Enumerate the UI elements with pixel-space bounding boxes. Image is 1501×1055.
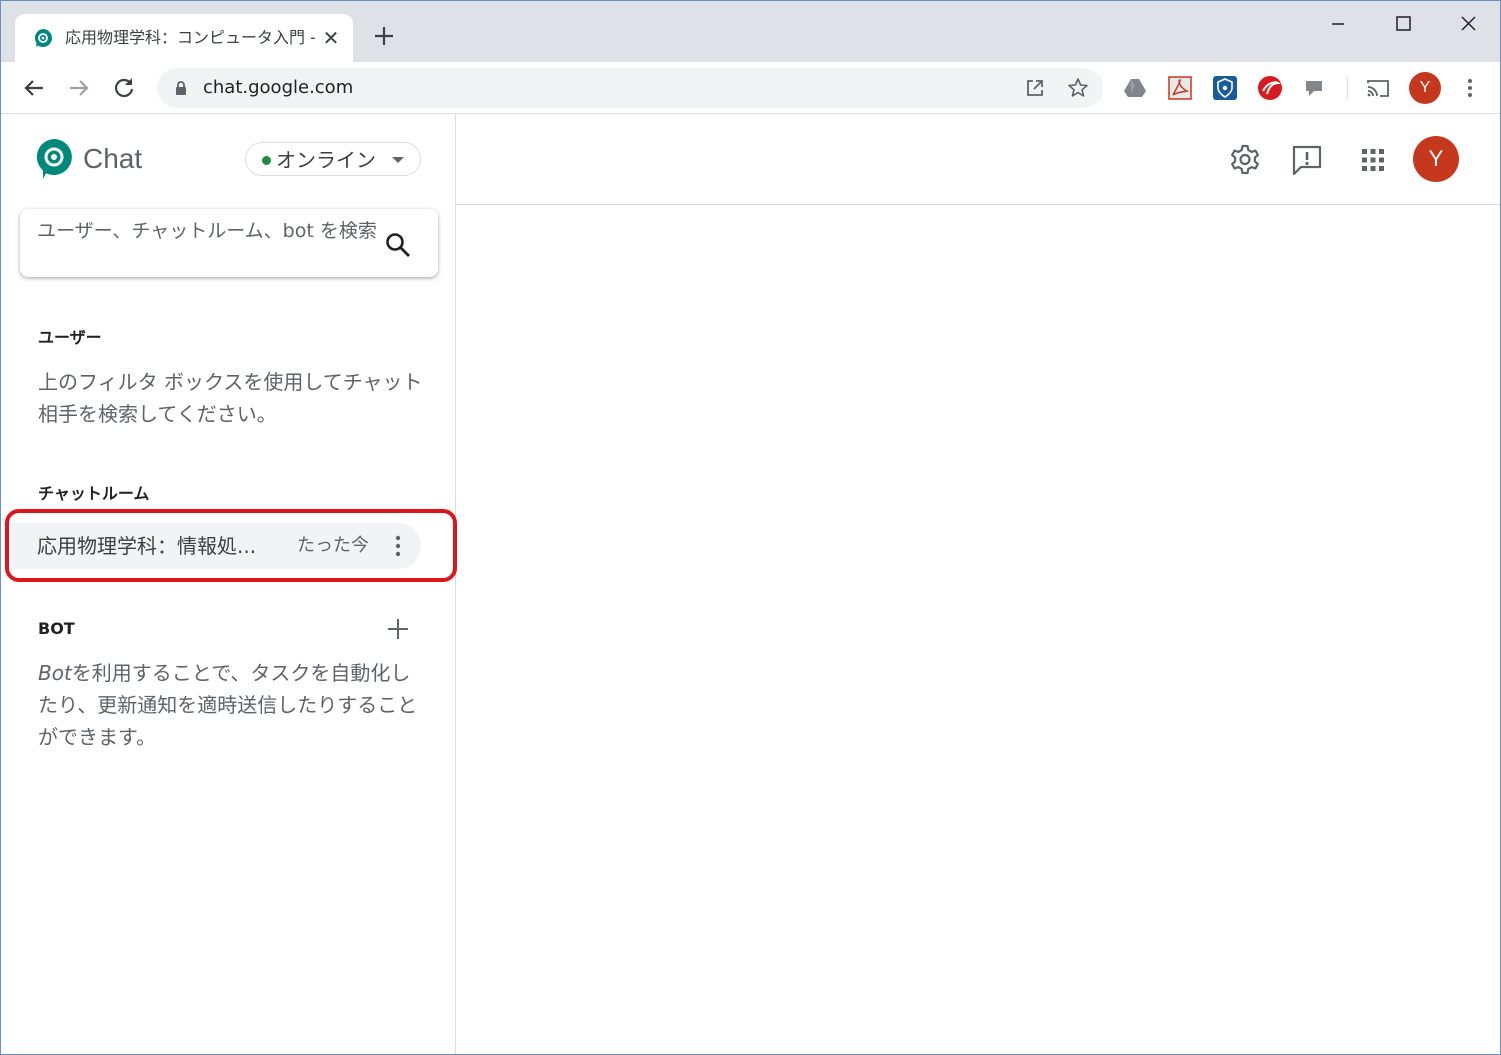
tab-close-icon[interactable]: ✕ (319, 26, 343, 50)
bookmark-star-icon[interactable] (1066, 76, 1090, 100)
minimize-icon[interactable] (1318, 9, 1358, 39)
main-panel: Y (456, 114, 1500, 1054)
browser-menu-icon[interactable] (1457, 75, 1483, 101)
sidebar: Chat オンライン ユーザー、チャットルーム、bot を検索 ユーザー 上のフ… (1, 114, 457, 1054)
bot-hint-text: を利用することで、タスクを自動化したり、更新通知を適時送信したりすることができま… (38, 661, 418, 749)
settings-gear-icon[interactable] (1228, 143, 1262, 177)
bot-section-hint: Botを利用することで、タスクを自動化したり、更新通知を適時送信したりすることが… (38, 657, 428, 753)
app-name: Chat (83, 143, 143, 174)
account-avatar[interactable]: Y (1413, 136, 1459, 182)
add-bot-icon[interactable] (385, 616, 411, 642)
google-chat-logo-icon[interactable] (35, 138, 73, 180)
users-section-hint: 上のフィルタ ボックスを使用してチャット相手を検索してください。 (38, 370, 423, 426)
pushbullet-icon[interactable] (1302, 75, 1328, 101)
trend-micro-icon[interactable] (1257, 75, 1283, 101)
tab-strip: 応用物理学科：コンピュータ入門 - C ✕ (1, 1, 1500, 62)
rooms-section-title: チャットルーム (38, 484, 150, 503)
feedback-icon[interactable] (1290, 143, 1324, 177)
browser-window: 応用物理学科：コンピュータ入門 - C ✕ chat.google.com Y … (0, 0, 1501, 1055)
browser-tab[interactable]: 応用物理学科：コンピュータ入門 - C ✕ (15, 14, 353, 62)
back-icon[interactable] (21, 75, 47, 101)
apps-grid-icon[interactable] (1356, 143, 1390, 177)
google-chat-icon (34, 29, 52, 47)
window-close-icon[interactable] (1448, 9, 1488, 39)
status-label: オンライン (276, 148, 376, 172)
search-icon[interactable] (384, 231, 412, 259)
search-placeholder[interactable]: ユーザー、チャットルーム、bot を検索 (37, 219, 379, 243)
main-header: Y (456, 114, 1500, 205)
highlight-annotation (5, 509, 457, 582)
bitwarden-icon[interactable] (1212, 75, 1238, 101)
maximize-icon[interactable] (1383, 9, 1423, 39)
open-in-app-icon[interactable] (1023, 76, 1047, 100)
tab-title: 応用物理学科：コンピュータ入門 - C (65, 28, 315, 47)
status-dropdown[interactable]: オンライン (245, 142, 421, 176)
toolbar-separator (1347, 77, 1348, 99)
users-section-title: ユーザー (38, 328, 102, 347)
chat-app: Chat オンライン ユーザー、チャットルーム、bot を検索 ユーザー 上のフ… (1, 114, 1500, 1054)
forward-icon[interactable] (66, 75, 92, 101)
online-status-dot (262, 156, 271, 165)
bot-word: Bot (38, 661, 72, 685)
lock-icon[interactable] (173, 80, 189, 96)
url-text[interactable]: chat.google.com (203, 77, 353, 99)
google-drive-icon[interactable] (1122, 75, 1148, 101)
cast-icon[interactable] (1365, 75, 1391, 101)
new-tab-icon[interactable] (371, 23, 397, 49)
search-input[interactable]: ユーザー、チャットルーム、bot を検索 (20, 209, 438, 277)
acrobat-icon[interactable] (1167, 75, 1193, 101)
address-bar[interactable]: chat.google.com (157, 68, 1103, 108)
reload-icon[interactable] (111, 75, 137, 101)
chevron-down-icon (392, 157, 404, 163)
browser-profile-avatar[interactable]: Y (1409, 72, 1441, 104)
bot-section-title: BOT (38, 619, 75, 638)
browser-toolbar: chat.google.com Y (1, 62, 1500, 114)
